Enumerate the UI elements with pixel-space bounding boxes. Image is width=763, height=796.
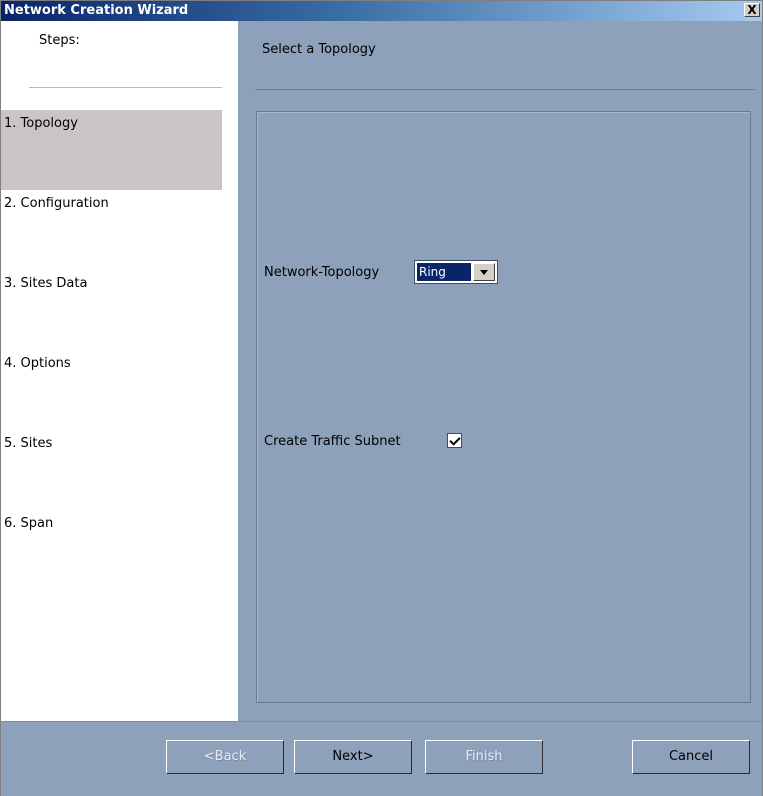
content-panel: Network-Topology Ring Create Traffic Sub… (256, 111, 751, 703)
step-label: 1. Topology (4, 116, 78, 131)
step-span: 6. Span (1, 510, 222, 590)
cancel-button[interactable]: Cancel (632, 740, 750, 774)
step-label: 3. Sites Data (4, 276, 88, 291)
topology-selected-value: Ring (417, 263, 471, 281)
step-label: 2. Configuration (4, 196, 109, 211)
next-button[interactable]: Next> (294, 740, 412, 774)
steps-heading: Steps: (39, 33, 80, 48)
wizard-window: Network Creation Wizard X Steps: 1. Topo… (0, 0, 763, 796)
steps-divider (29, 87, 222, 88)
title-bar: Network Creation Wizard X (1, 1, 762, 21)
chevron-down-icon[interactable] (473, 263, 495, 281)
page-title: Select a Topology (262, 42, 376, 57)
traffic-subnet-label: Create Traffic Subnet (264, 434, 401, 449)
step-sites-data: 3. Sites Data (1, 270, 222, 350)
wizard-footer: <Back Next> Finish Cancel (1, 721, 762, 796)
finish-button[interactable]: Finish (425, 740, 543, 774)
step-sites: 5. Sites (1, 430, 222, 510)
step-label: 6. Span (4, 516, 54, 531)
content-divider (255, 89, 755, 90)
topology-label: Network-Topology (264, 265, 380, 280)
steps-panel: Steps: 1. Topology 2. Configuration 3. S… (1, 21, 238, 721)
content-header: Select a Topology (238, 21, 762, 91)
close-icon: X (747, 3, 757, 17)
step-label: 5. Sites (4, 436, 53, 451)
close-button[interactable]: X (744, 3, 760, 17)
topology-select[interactable]: Ring (414, 260, 498, 284)
traffic-subnet-checkbox[interactable] (447, 433, 462, 448)
window-title: Network Creation Wizard (4, 3, 189, 18)
step-configuration: 2. Configuration (1, 190, 222, 270)
step-topology: 1. Topology (1, 110, 222, 190)
step-label: 4. Options (4, 356, 71, 371)
steps-header: Steps: (1, 21, 238, 88)
step-options: 4. Options (1, 350, 222, 430)
back-button[interactable]: <Back (166, 740, 284, 774)
